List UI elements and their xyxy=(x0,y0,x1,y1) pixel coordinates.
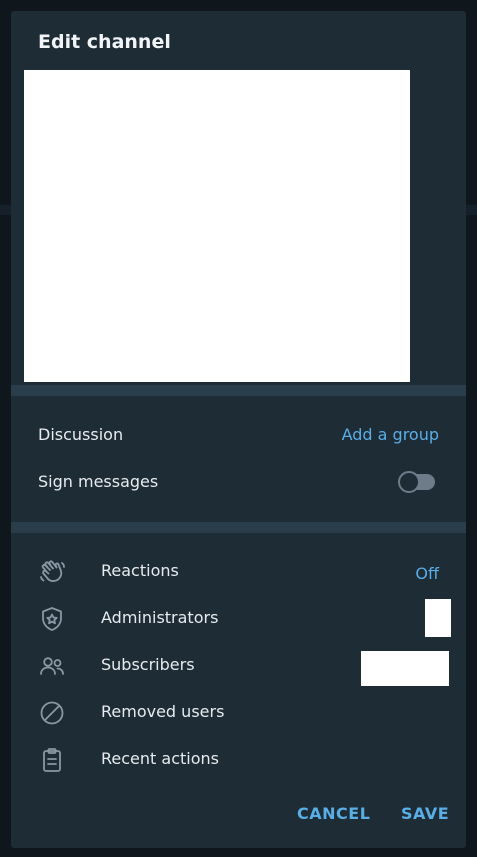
menu-item-label: Recent actions xyxy=(101,749,219,768)
edit-channel-dialog: Edit channel Discussion Add a group Sign… xyxy=(11,11,466,848)
menu-item-recent-actions[interactable]: Recent actions xyxy=(11,736,466,783)
dialog-title: Edit channel xyxy=(38,31,171,53)
block-icon xyxy=(38,699,66,727)
menu-item-reactions[interactable]: Reactions Off xyxy=(11,548,466,595)
sign-messages-toggle[interactable] xyxy=(398,471,435,493)
save-button[interactable]: SAVE xyxy=(401,804,449,823)
menu-item-label: Reactions xyxy=(101,561,179,580)
reactions-value: Off xyxy=(415,564,439,583)
menu-item-label: Removed users xyxy=(101,702,225,721)
discussion-label: Discussion xyxy=(38,425,124,444)
menu-item-administrators[interactable]: Administrators xyxy=(11,595,466,642)
cancel-button[interactable]: CANCEL xyxy=(297,804,370,823)
section-separator xyxy=(11,522,466,533)
add-group-link[interactable]: Add a group xyxy=(342,425,439,444)
clipboard-icon xyxy=(38,746,66,774)
reactions-hand-icon xyxy=(38,558,66,586)
admin-shield-icon xyxy=(38,605,66,633)
administrators-count xyxy=(425,599,451,637)
section-separator xyxy=(11,385,466,396)
users-icon xyxy=(38,652,66,680)
menu-item-subscribers[interactable]: Subscribers xyxy=(11,642,466,689)
menu-item-removed-users[interactable]: Removed users xyxy=(11,689,466,736)
subscribers-count xyxy=(361,651,449,686)
menu-item-label: Administrators xyxy=(101,608,219,627)
sign-messages-label: Sign messages xyxy=(38,472,159,491)
toggle-knob xyxy=(398,471,420,493)
menu-item-label: Subscribers xyxy=(101,655,195,674)
channel-info-area[interactable] xyxy=(24,70,410,382)
